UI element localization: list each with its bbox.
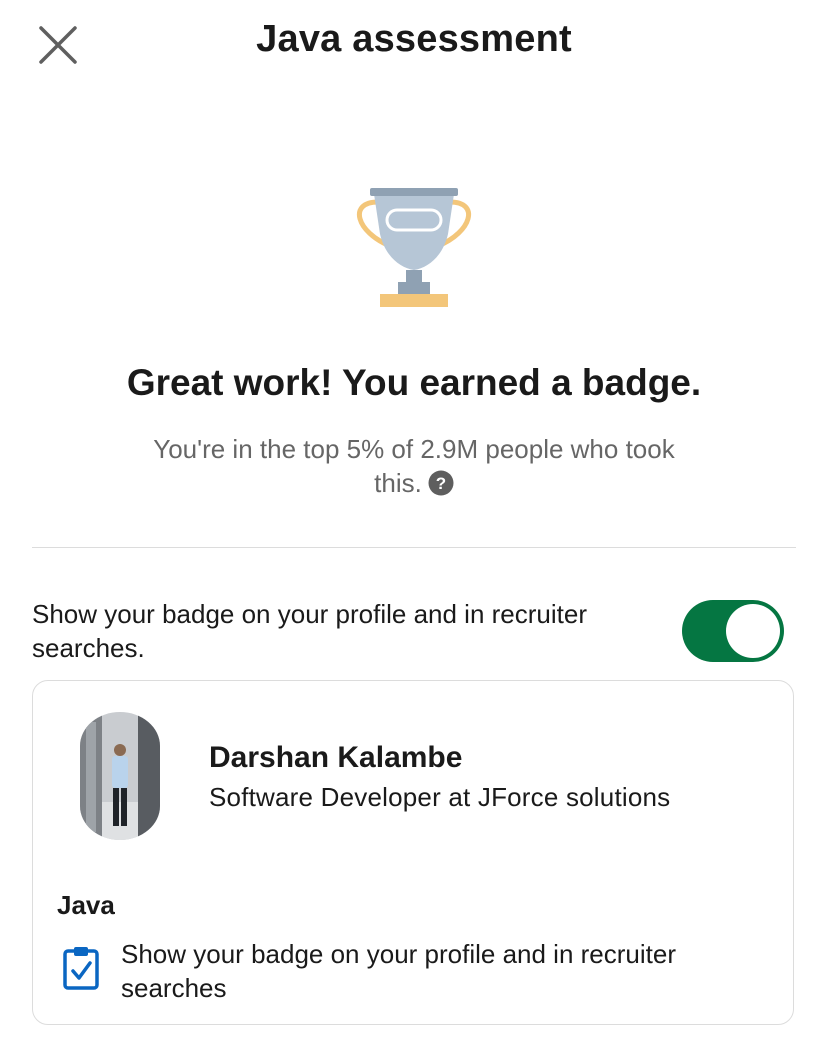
svg-text:?: ?: [436, 474, 446, 493]
show-badge-label: Show your badge on your profile and in r…: [32, 599, 587, 663]
question-circle-icon[interactable]: ?: [428, 470, 454, 496]
assessment-result-page: Java assessment Great work! You earned a…: [0, 0, 828, 1053]
page-title: Java assessment: [256, 18, 572, 60]
profile-headline: Software Developer at JForce solutions: [209, 782, 671, 812]
skill-name: Java: [57, 890, 115, 920]
clipboard-check-icon: [61, 945, 101, 991]
profile-name: Darshan Kalambe: [209, 741, 463, 774]
avatar: [80, 712, 160, 840]
result-subtext: You're in the top 5% of 2.9M people who …: [130, 432, 698, 500]
badge-visibility-text: Show your badge on your profile and in r…: [121, 939, 676, 1003]
toggle-knob: [726, 604, 780, 658]
trophy-icon: [348, 184, 480, 312]
section-divider: [32, 547, 796, 548]
profile-preview-card: Darshan Kalambe Software Developer at JF…: [32, 680, 794, 1025]
show-badge-toggle[interactable]: [682, 600, 784, 662]
result-headline: Great work! You earned a badge.: [126, 362, 702, 403]
percentile-text: You're in the top 5% of 2.9M people who …: [153, 434, 675, 498]
